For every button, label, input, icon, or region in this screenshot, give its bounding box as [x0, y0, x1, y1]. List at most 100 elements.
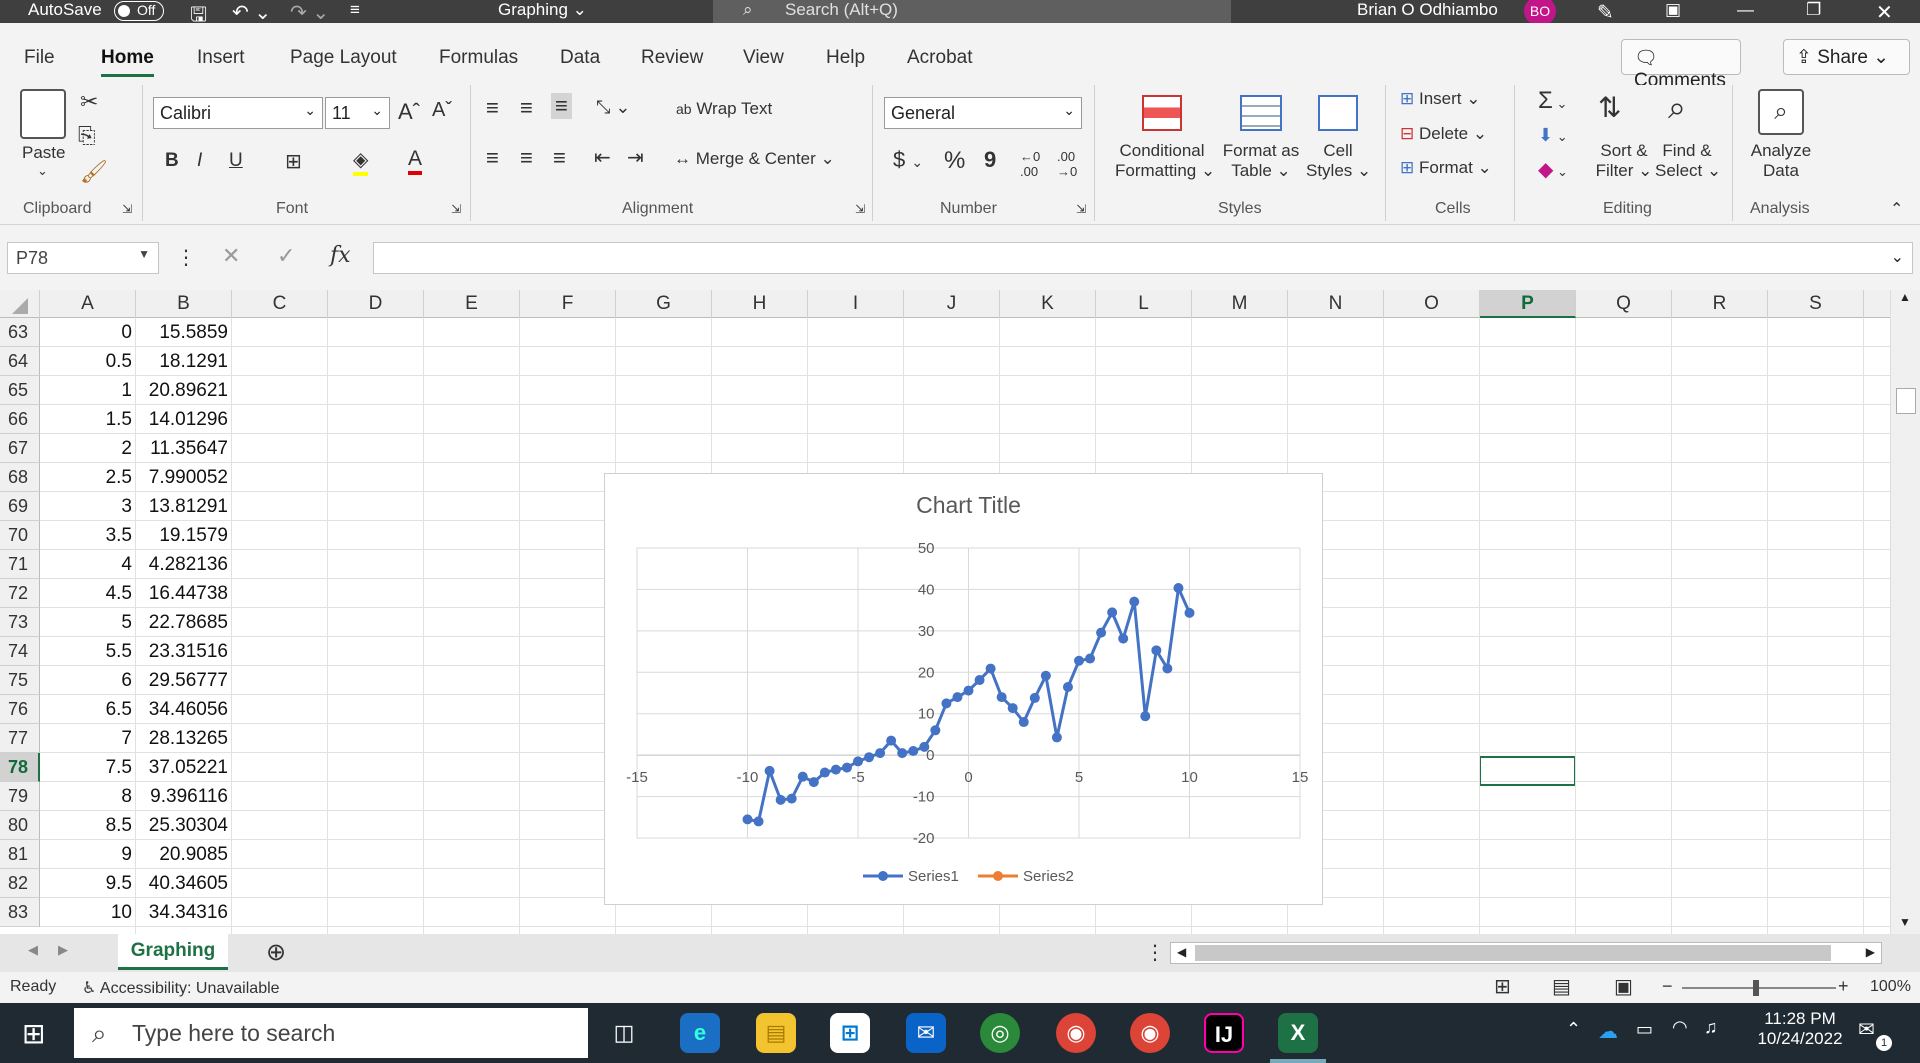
page-layout-view-icon[interactable]: ▤ — [1552, 974, 1571, 999]
column-header-e[interactable]: E — [424, 290, 520, 318]
cell-b[interactable]: 4.282136 — [136, 550, 232, 579]
row-header[interactable]: 67 — [0, 434, 40, 463]
cell-b[interactable]: 13.81291 — [136, 492, 232, 521]
conditional-formatting-icon[interactable] — [1142, 95, 1182, 131]
scroll-up-icon[interactable]: ▲ — [1899, 290, 1911, 304]
decrease-indent-icon[interactable]: ⇤ — [594, 145, 611, 170]
cell-b[interactable]: 37.05221 — [136, 753, 232, 782]
cancel-entry-icon[interactable]: ✕ — [222, 243, 240, 269]
orientation-icon[interactable]: ⤡ ⌄ — [596, 97, 630, 118]
row-header[interactable]: 65 — [0, 376, 40, 405]
excel-icon[interactable]: X — [1278, 1013, 1318, 1053]
paste-button[interactable]: Paste — [22, 143, 65, 163]
cell-styles-button[interactable]: Cell Styles ⌄ — [1306, 141, 1371, 181]
cell-a[interactable]: 5.5 — [40, 637, 136, 666]
column-header-i[interactable]: I — [808, 290, 904, 318]
cell-a[interactable]: 7.5 — [40, 753, 136, 782]
number-format-combo[interactable]: General ⌄ — [884, 97, 1082, 129]
conditional-formatting-button[interactable]: Conditional Formatting ⌄ — [1115, 141, 1215, 181]
align-bottom-icon[interactable]: ≡ — [551, 93, 572, 119]
cell-b[interactable]: 7.990052 — [136, 463, 232, 492]
column-header-h[interactable]: H — [712, 290, 808, 318]
row-header[interactable]: 80 — [0, 811, 40, 840]
notifications-icon[interactable]: ✉ — [1858, 1017, 1875, 1042]
column-header-k[interactable]: K — [1000, 290, 1096, 318]
cell-a[interactable]: 6 — [40, 666, 136, 695]
column-header-d[interactable]: D — [328, 290, 424, 318]
mail-icon[interactable]: ✉ — [906, 1013, 946, 1053]
minimize-icon[interactable]: — — [1737, 0, 1754, 20]
paste-dropdown-icon[interactable]: ⌄ — [37, 163, 48, 179]
row-header[interactable]: 75 — [0, 666, 40, 695]
selected-cell[interactable] — [1479, 756, 1576, 786]
pen-icon[interactable]: ✎ — [1597, 0, 1614, 25]
format-as-table-icon[interactable] — [1240, 95, 1282, 131]
cell-b[interactable]: 22.78685 — [136, 608, 232, 637]
cell-a[interactable]: 4 — [40, 550, 136, 579]
onedrive-icon[interactable]: ☁ — [1598, 1019, 1618, 1044]
name-box[interactable]: P78 ▼ — [7, 242, 159, 274]
tab-acrobat[interactable]: Acrobat — [907, 47, 972, 69]
cell-b[interactable]: 34.34316 — [136, 898, 232, 927]
increase-decimal-icon[interactable]: ←0.00 — [1020, 149, 1040, 179]
align-left-icon[interactable]: ≡ — [486, 145, 499, 171]
align-top-icon[interactable]: ≡ — [486, 95, 499, 121]
row-header[interactable]: 78 — [0, 753, 40, 782]
clipboard-launcher-icon[interactable]: ⇲ — [122, 202, 132, 216]
row-header[interactable]: 63 — [0, 318, 40, 347]
borders-icon[interactable]: ⊞ — [285, 149, 302, 174]
number-launcher-icon[interactable]: ⇲ — [1076, 202, 1086, 216]
row-header[interactable]: 77 — [0, 724, 40, 753]
decrease-decimal-icon[interactable]: .00 →0 — [1057, 149, 1077, 179]
underline-button[interactable]: U — [229, 150, 243, 172]
analyze-data-icon[interactable]: ⌕ — [1758, 89, 1804, 135]
column-header-m[interactable]: M — [1192, 290, 1288, 318]
cell-b[interactable]: 18.1291 — [136, 347, 232, 376]
wifi-icon[interactable]: ◠ — [1672, 1017, 1688, 1038]
tray-expand-icon[interactable]: ⌃ — [1566, 1019, 1581, 1040]
merge-center-button[interactable]: ↔ Merge & Center ⌄ — [674, 149, 835, 169]
customize-qat-icon[interactable]: ≡ — [350, 0, 360, 20]
redo-icon[interactable]: ↷ ⌄ — [290, 0, 329, 25]
cell-b[interactable]: 11.35647 — [136, 434, 232, 463]
scroll-thumb[interactable] — [1896, 388, 1916, 414]
new-sheet-icon[interactable]: ⊕ — [266, 938, 286, 967]
row-header[interactable]: 64 — [0, 347, 40, 376]
italic-button[interactable]: I — [197, 150, 202, 172]
ribbon-display-icon[interactable]: ▣ — [1665, 0, 1681, 20]
grow-font-icon[interactable]: Aˆ — [398, 99, 420, 125]
scroll-right-icon[interactable]: ▶ — [1866, 945, 1875, 959]
zoom-level[interactable]: 100% — [1870, 978, 1911, 996]
page-break-view-icon[interactable]: ▣ — [1614, 974, 1633, 999]
store-icon[interactable]: ⊞ — [830, 1013, 870, 1053]
cut-icon[interactable]: ✂ — [80, 89, 98, 115]
cell-a[interactable]: 2.5 — [40, 463, 136, 492]
tab-view[interactable]: View — [743, 47, 784, 69]
scroll-left-icon[interactable]: ◀ — [1177, 945, 1186, 959]
chrome-icon[interactable]: ◉ — [1056, 1013, 1096, 1053]
cell-b[interactable]: 28.13265 — [136, 724, 232, 753]
cell-a[interactable]: 5 — [40, 608, 136, 637]
row-header[interactable]: 83 — [0, 898, 40, 927]
close-icon[interactable]: ✕ — [1876, 0, 1893, 25]
edge-icon[interactable]: e — [680, 1013, 720, 1053]
find-select-icon[interactable]: ⌕ — [1668, 89, 1686, 127]
cell-a[interactable]: 2 — [40, 434, 136, 463]
column-header-r[interactable]: R — [1672, 290, 1768, 318]
hscroll-thumb[interactable] — [1195, 945, 1831, 961]
intellij-icon[interactable]: IJ — [1204, 1013, 1244, 1053]
windows-start-icon[interactable]: ⊞ — [22, 1017, 45, 1050]
tab-insert[interactable]: Insert — [197, 47, 245, 69]
autosave-toggle[interactable]: Off — [108, 0, 164, 21]
column-header-q[interactable]: Q — [1576, 290, 1672, 318]
sheet-next-icon[interactable]: ▶ — [58, 942, 68, 958]
collapse-ribbon-icon[interactable]: ⌃ — [1890, 199, 1903, 219]
volume-icon[interactable]: ♫ — [1704, 1017, 1718, 1038]
restore-icon[interactable]: ❐ — [1806, 0, 1821, 20]
cell-a[interactable]: 0.5 — [40, 347, 136, 376]
chart[interactable]: Chart Title 50 40 30 20 10 0 -10 -20 -15 -10 -5 0 5 10… — [604, 473, 1323, 905]
file-explorer-icon[interactable]: ▤ — [756, 1013, 796, 1053]
zoom-out-icon[interactable]: − — [1662, 976, 1673, 997]
column-header-p[interactable]: P — [1480, 290, 1576, 318]
font-name-combo[interactable]: Calibri ⌄ — [153, 97, 323, 129]
